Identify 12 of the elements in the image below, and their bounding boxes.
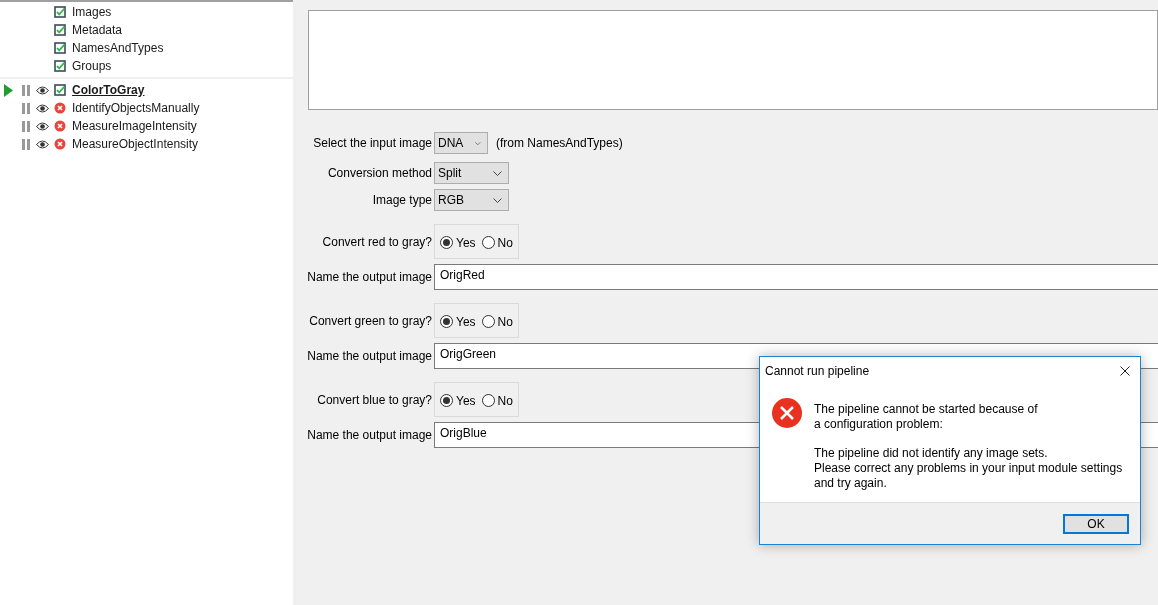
setting-label: Image type bbox=[372, 193, 432, 207]
setting-label: Name the output image bbox=[307, 428, 432, 442]
setting-label: Select the input image bbox=[313, 136, 432, 150]
setting-label: Convert red to gray? bbox=[322, 234, 432, 249]
setting-label: Conversion method bbox=[327, 166, 432, 180]
source-note: (from NamesAndTypes) bbox=[496, 136, 623, 150]
setting-label: Name the output image bbox=[307, 270, 432, 284]
setting-label: Convert green to gray? bbox=[309, 313, 432, 328]
setting-label: Convert blue to gray? bbox=[317, 392, 432, 407]
setting-label: Name the output image bbox=[307, 349, 432, 363]
dialog-message: The pipeline cannot be started because of a configuration problem: bbox=[814, 402, 1039, 432]
dialog-message: The pipeline did not identify any image sets. Please correct any problems in your input module settings and try again. bbox=[814, 446, 1123, 491]
